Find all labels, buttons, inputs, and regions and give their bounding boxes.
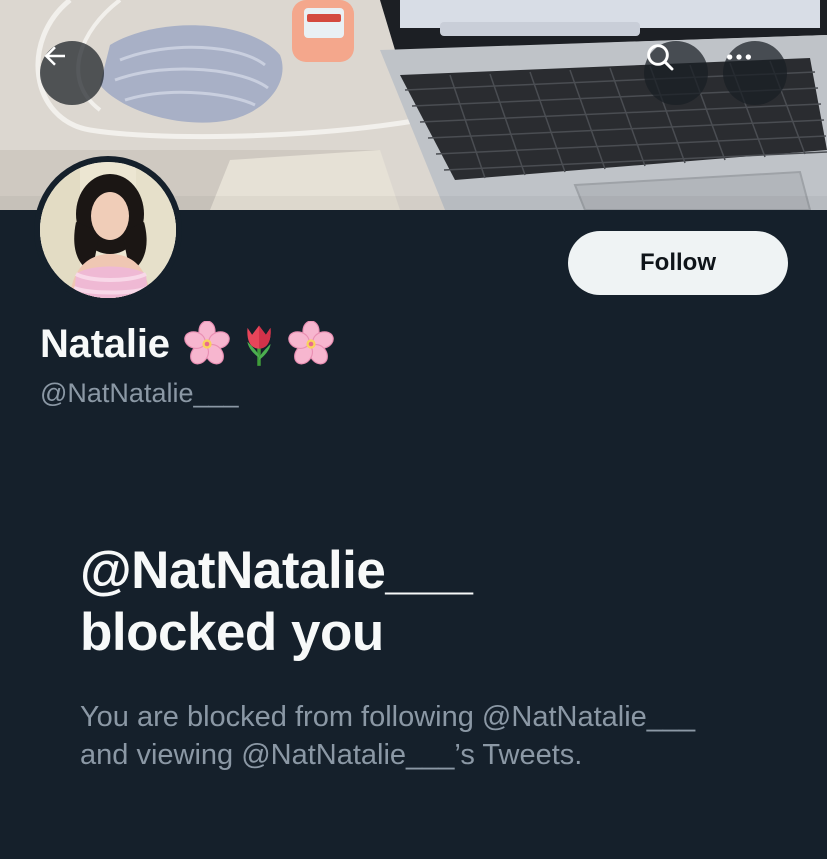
blocked-description: You are blocked from following @NatNatal… xyxy=(80,698,780,774)
avatar-photo xyxy=(40,162,176,298)
blocked-title-handle: @NatNatalie___ xyxy=(80,541,473,600)
cherry-blossom-icon xyxy=(184,321,230,365)
blocked-description-line2: and viewing @NatNatalie___’s Tweets. xyxy=(80,739,583,771)
follow-button[interactable]: Follow xyxy=(568,231,788,295)
profile-avatar[interactable] xyxy=(34,156,182,304)
blocked-title: @NatNatalie___ blocked you xyxy=(80,540,780,664)
tulip-icon xyxy=(247,325,271,366)
more-button[interactable] xyxy=(723,41,787,105)
name-emojis xyxy=(184,321,334,367)
blocked-description-line1: You are blocked from following @NatNatal… xyxy=(80,701,696,733)
display-name: Natalie xyxy=(40,321,170,366)
profile-handle: @NatNatalie___ xyxy=(40,378,239,408)
cherry-blossom-icon xyxy=(288,321,334,365)
avatar-image xyxy=(40,162,176,298)
display-name-row: Natalie xyxy=(40,318,334,370)
back-button[interactable] xyxy=(40,41,104,105)
search-icon xyxy=(647,44,674,71)
blocked-title-text: blocked you xyxy=(80,603,384,662)
more-horizontal-icon xyxy=(727,54,751,60)
profile-page: Follow Natalie @NatNatalie___ @NatNatali… xyxy=(0,0,827,859)
arrow-left-icon xyxy=(44,46,65,66)
search-button[interactable] xyxy=(644,41,708,105)
